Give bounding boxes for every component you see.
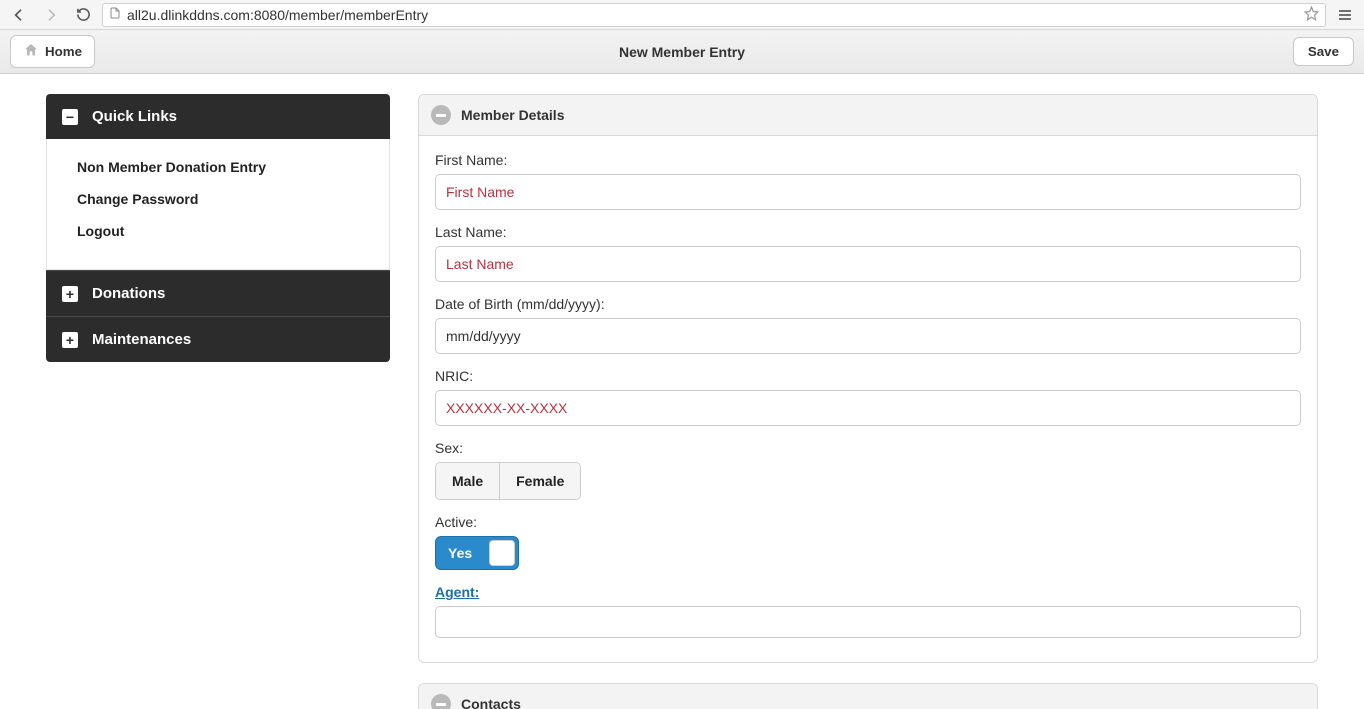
sex-option-male[interactable]: Male bbox=[435, 462, 500, 500]
home-label: Home bbox=[45, 44, 82, 59]
first-name-label: First Name: bbox=[435, 152, 1301, 168]
plus-icon: + bbox=[62, 332, 78, 348]
browser-toolbar: all2u.dlinkddns.com:8080/member/memberEn… bbox=[0, 0, 1364, 30]
nric-input[interactable] bbox=[435, 390, 1301, 426]
sidebar-section-donations[interactable]: + Donations bbox=[46, 270, 390, 316]
minus-icon: − bbox=[62, 109, 78, 125]
panel-header-contacts[interactable]: Contacts bbox=[419, 684, 1317, 709]
panel-contacts: Contacts bbox=[418, 683, 1318, 709]
agent-search-input[interactable] bbox=[435, 606, 1301, 638]
agent-search-wrap bbox=[435, 606, 1301, 638]
field-agent: Agent: bbox=[435, 584, 1301, 638]
url-bar[interactable]: all2u.dlinkddns.com:8080/member/memberEn… bbox=[102, 3, 1326, 27]
field-active: Active: Yes bbox=[435, 514, 1301, 570]
panel-title: Member Details bbox=[461, 107, 564, 123]
panel-member-details: Member Details First Name: Last Name: Da… bbox=[418, 94, 1318, 663]
active-label: Active: bbox=[435, 514, 1301, 530]
sidebar-section-label: Donations bbox=[92, 285, 165, 302]
app-header: Home New Member Entry Save bbox=[0, 30, 1364, 74]
active-switch[interactable]: Yes bbox=[435, 536, 519, 570]
dob-input[interactable] bbox=[435, 318, 1301, 354]
sidebar: − Quick Links Non Member Donation Entry … bbox=[46, 94, 390, 709]
field-last-name: Last Name: bbox=[435, 224, 1301, 282]
home-button[interactable]: Home bbox=[10, 35, 95, 68]
bookmark-star-icon[interactable] bbox=[1304, 6, 1319, 24]
url-text: all2u.dlinkddns.com:8080/member/memberEn… bbox=[127, 7, 428, 23]
content-area: − Quick Links Non Member Donation Entry … bbox=[0, 74, 1364, 709]
sidebar-section-label: Maintenances bbox=[92, 331, 191, 348]
dob-label: Date of Birth (mm/dd/yyyy): bbox=[435, 296, 1301, 312]
field-nric: NRIC: bbox=[435, 368, 1301, 426]
sidebar-section-maintenances[interactable]: + Maintenances bbox=[46, 316, 390, 362]
field-first-name: First Name: bbox=[435, 152, 1301, 210]
page-title: New Member Entry bbox=[0, 44, 1364, 60]
panel-header-member-details[interactable]: Member Details bbox=[419, 95, 1317, 136]
home-icon bbox=[23, 42, 39, 61]
field-dob: Date of Birth (mm/dd/yyyy): bbox=[435, 296, 1301, 354]
collapse-icon bbox=[431, 105, 451, 125]
nric-label: NRIC: bbox=[435, 368, 1301, 384]
page-viewport: Home New Member Entry Save − Quick Links… bbox=[0, 30, 1364, 709]
save-button[interactable]: Save bbox=[1293, 37, 1354, 66]
sex-label: Sex: bbox=[435, 440, 1301, 456]
main-column: Member Details First Name: Last Name: Da… bbox=[418, 94, 1318, 709]
back-button[interactable] bbox=[6, 3, 32, 27]
sidebar-section-label: Quick Links bbox=[92, 108, 177, 125]
switch-knob bbox=[489, 540, 515, 566]
page-icon bbox=[109, 6, 121, 23]
forward-button[interactable] bbox=[38, 3, 64, 27]
sidebar-item-logout[interactable]: Logout bbox=[47, 215, 389, 247]
agent-link[interactable]: Agent: bbox=[435, 584, 479, 600]
last-name-label: Last Name: bbox=[435, 224, 1301, 240]
active-switch-label: Yes bbox=[436, 545, 472, 561]
field-sex: Sex: Male Female bbox=[435, 440, 1301, 500]
plus-icon: + bbox=[62, 286, 78, 302]
sidebar-item-change-password[interactable]: Change Password bbox=[47, 183, 389, 215]
panel-body-member-details: First Name: Last Name: Date of Birth (mm… bbox=[419, 136, 1317, 662]
first-name-input[interactable] bbox=[435, 174, 1301, 210]
sex-toggle: Male Female bbox=[435, 462, 581, 500]
panel-title: Contacts bbox=[461, 696, 521, 709]
sidebar-quick-links-body: Non Member Donation Entry Change Passwor… bbox=[46, 139, 390, 270]
reload-button[interactable] bbox=[70, 3, 96, 27]
sex-option-female[interactable]: Female bbox=[500, 462, 581, 500]
sidebar-item-non-member-donation-entry[interactable]: Non Member Donation Entry bbox=[47, 151, 389, 183]
collapse-icon bbox=[431, 694, 451, 709]
browser-menu-button[interactable] bbox=[1332, 7, 1358, 23]
sidebar-section-quick-links[interactable]: − Quick Links bbox=[46, 94, 390, 139]
last-name-input[interactable] bbox=[435, 246, 1301, 282]
